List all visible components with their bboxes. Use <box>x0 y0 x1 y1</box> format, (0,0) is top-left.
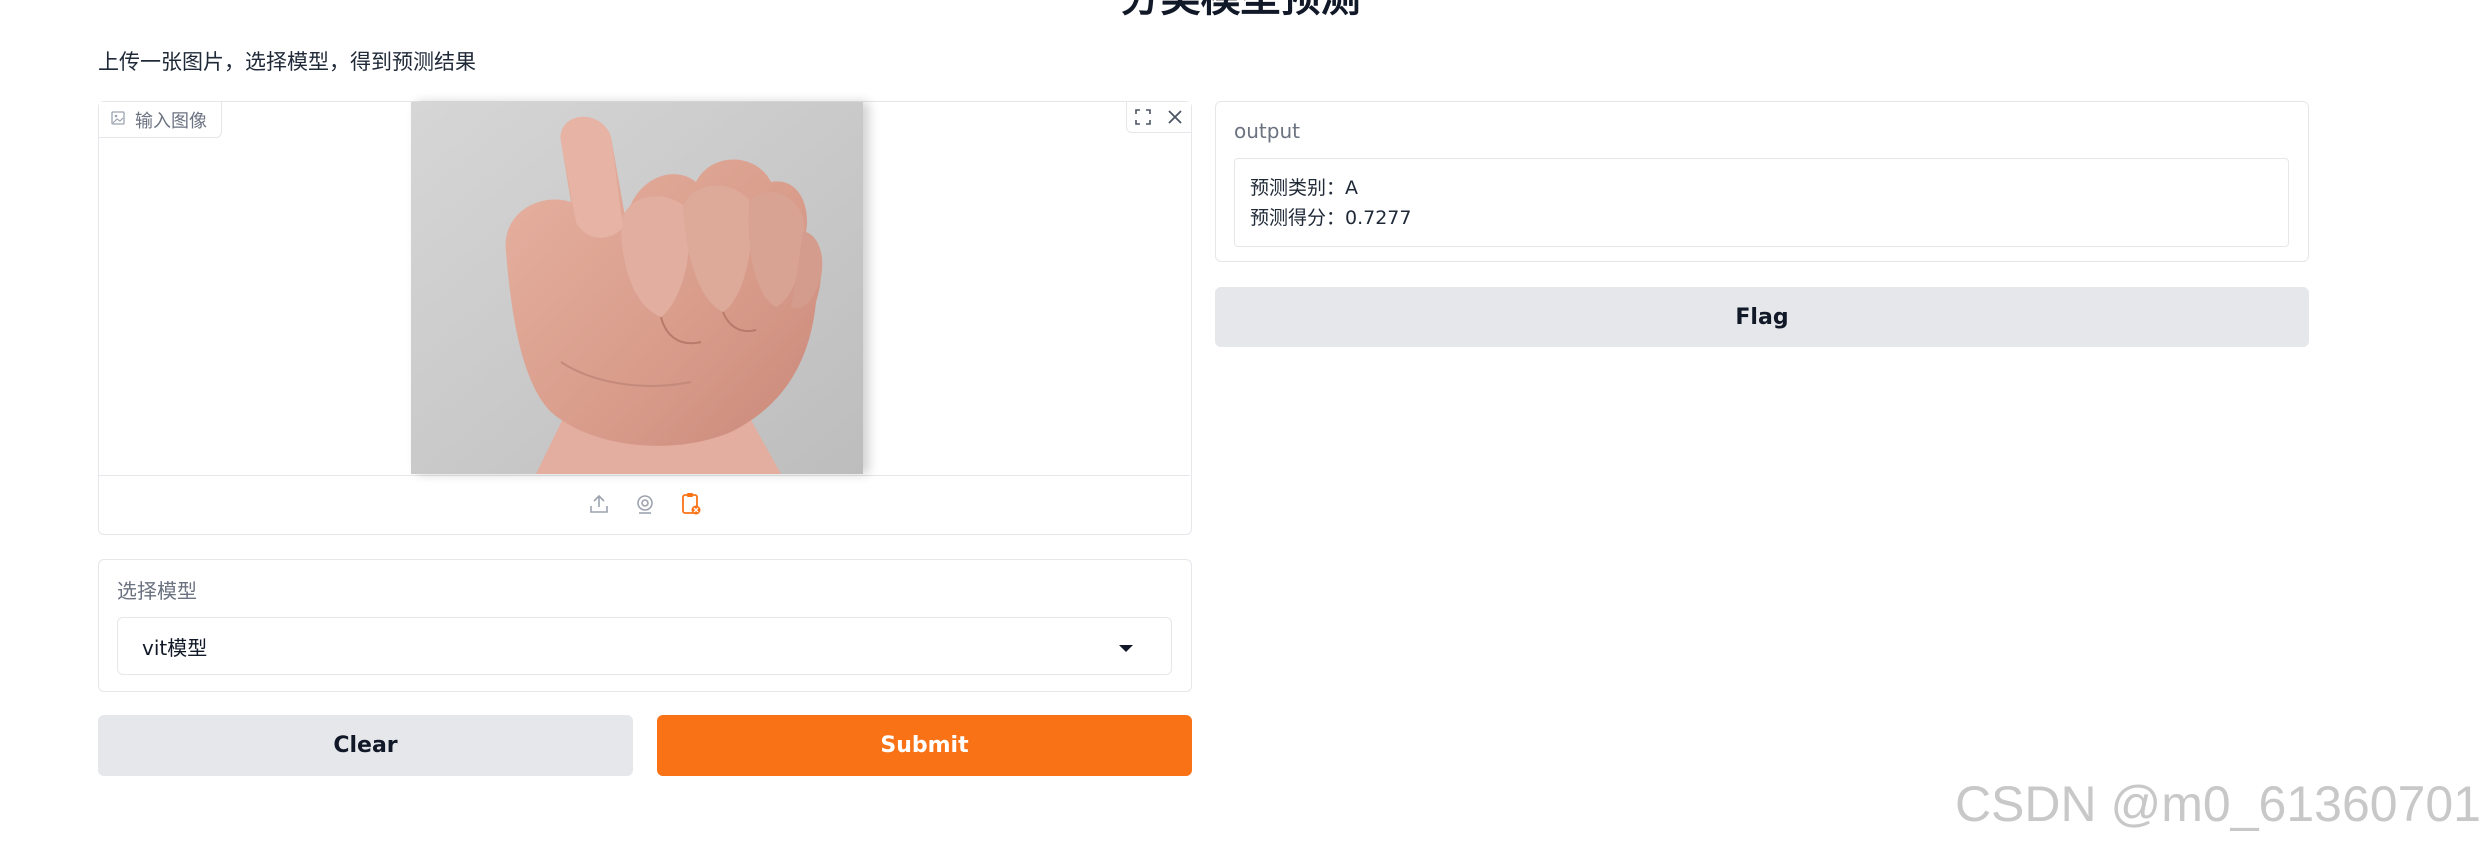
upload-icon[interactable] <box>587 492 611 516</box>
clear-button[interactable]: Clear <box>98 715 633 776</box>
webcam-icon[interactable] <box>633 492 657 516</box>
page-title: 分类模型预测 <box>0 0 2481 18</box>
clipboard-icon[interactable] <box>679 492 703 516</box>
output-line-class: 预测类别：A <box>1250 177 1358 199</box>
image-corner-controls <box>1126 102 1191 133</box>
output-panel: output 预测类别：A 预测得分：0.7277 <box>1215 101 2309 262</box>
submit-button[interactable]: Submit <box>657 715 1192 776</box>
image-display-area[interactable] <box>99 102 1190 476</box>
model-select-panel: 选择模型 vit模型 <box>98 559 1192 692</box>
close-icon[interactable] <box>1159 102 1191 132</box>
model-select-label: 选择模型 <box>117 579 197 603</box>
image-input-panel: 输入图像 <box>98 101 1192 535</box>
output-label: output <box>1234 119 1300 143</box>
image-icon <box>111 110 125 129</box>
model-dropdown-value: vit模型 <box>142 635 208 660</box>
flag-button[interactable]: Flag <box>1215 287 2309 347</box>
image-source-toolbar <box>99 475 1190 533</box>
fullscreen-icon[interactable] <box>1127 102 1159 132</box>
page-description: 上传一张图片，选择模型，得到预测结果 <box>98 50 476 74</box>
output-textbox[interactable]: 预测类别：A 预测得分：0.7277 <box>1234 158 2289 247</box>
image-input-label-text: 输入图像 <box>135 110 207 132</box>
image-input-label: 输入图像 <box>99 102 222 138</box>
watermark: CSDN @m0_61360701 <box>1954 776 2481 832</box>
uploaded-hand-image <box>411 102 863 474</box>
model-dropdown[interactable]: vit模型 <box>117 617 1172 675</box>
chevron-down-icon[interactable] <box>1119 645 1133 652</box>
output-line-score: 预测得分：0.7277 <box>1250 207 1412 229</box>
